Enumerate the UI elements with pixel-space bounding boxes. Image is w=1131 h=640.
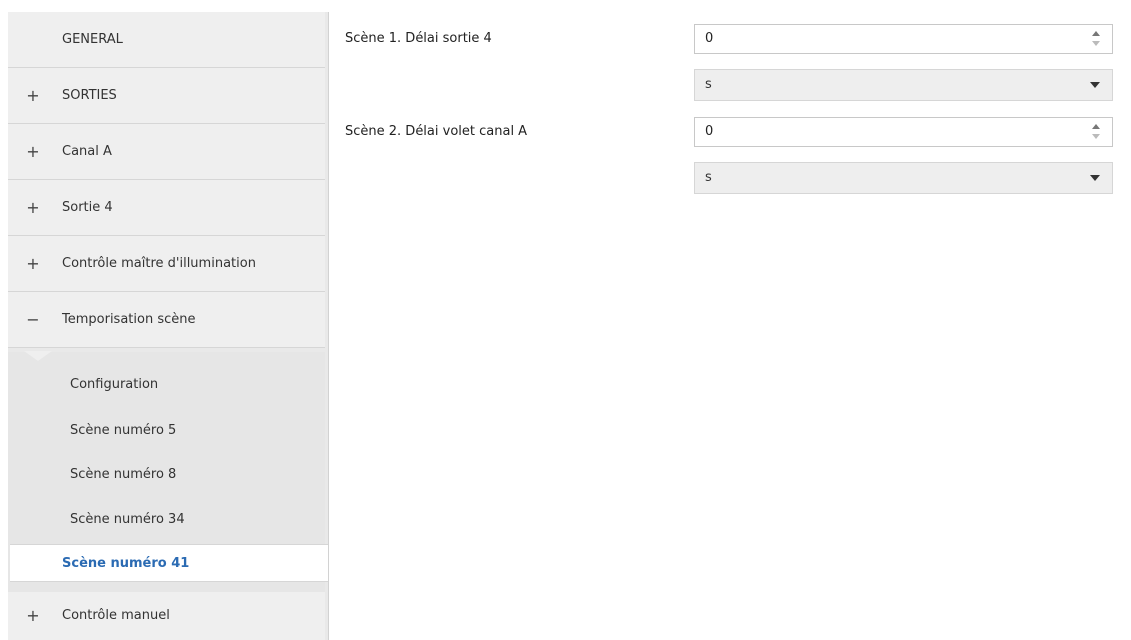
param-label-delai-volet-canal-a: Scène 2. Délai volet canal A xyxy=(345,124,528,139)
param-label-delai-sortie-4: Scène 1. Délai sortie 4 xyxy=(345,31,492,46)
delay-volet-canal-a-unit-select[interactable]: s xyxy=(694,162,1113,194)
subitem-scene-8[interactable]: Scène numéro 8 xyxy=(70,464,176,486)
spinner-arrows-icon[interactable] xyxy=(1092,29,1102,49)
sidebar-item-general[interactable]: GENERAL xyxy=(8,12,325,68)
sidebar-item-temporisation-scene[interactable]: − Temporisation scène xyxy=(8,292,325,348)
chevron-down-icon xyxy=(1090,175,1100,181)
sidebar-item-sorties[interactable]: + SORTIES xyxy=(8,68,325,124)
plus-icon: + xyxy=(26,198,40,217)
arrow-up-icon[interactable] xyxy=(1092,31,1100,36)
subitem-scene-5[interactable]: Scène numéro 5 xyxy=(70,420,176,442)
plus-icon: + xyxy=(26,86,40,105)
top-border xyxy=(0,0,1131,10)
subitem-scene-41[interactable]: Scène numéro 41 xyxy=(10,544,328,582)
sidebar-item-label: Sortie 4 xyxy=(62,200,113,215)
sidebar-item-controle-maitre[interactable]: + Contrôle maître d'illumination xyxy=(8,236,325,292)
plus-icon: + xyxy=(26,142,40,161)
plus-icon: + xyxy=(26,606,40,625)
chevron-down-icon xyxy=(1090,82,1100,88)
spinner-arrows-icon[interactable] xyxy=(1092,122,1102,142)
sidebar-item-label: Contrôle manuel xyxy=(62,608,170,623)
expand-icon xyxy=(26,12,40,68)
spin-value: 0 xyxy=(705,124,714,139)
sidebar-item-label: Temporisation scène xyxy=(62,312,196,327)
delay-sortie-4-unit-select[interactable]: s xyxy=(694,69,1113,101)
select-value: s xyxy=(705,77,712,92)
sidebar-item-label: Canal A xyxy=(62,144,112,159)
sidebar-item-label: Contrôle maître d'illumination xyxy=(62,256,256,271)
minus-icon: − xyxy=(26,310,40,329)
spin-value: 0 xyxy=(705,31,714,46)
sidebar-item-label: SORTIES xyxy=(62,88,117,103)
arrow-up-icon[interactable] xyxy=(1092,124,1100,129)
arrow-down-icon[interactable] xyxy=(1092,41,1100,46)
plus-icon: + xyxy=(26,254,40,273)
sidebar-item-controle-manuel[interactable]: + Contrôle manuel xyxy=(8,592,325,640)
expanded-notch-icon xyxy=(24,351,52,361)
delay-volet-canal-a-input[interactable]: 0 xyxy=(694,117,1113,147)
sidebar: GENERAL + SORTIES + Canal A + Sortie 4 +… xyxy=(8,12,329,640)
sidebar-item-canal-a[interactable]: + Canal A xyxy=(8,124,325,180)
select-value: s xyxy=(705,170,712,185)
sidebar-item-sortie-4[interactable]: + Sortie 4 xyxy=(8,180,325,236)
sidebar-item-label: GENERAL xyxy=(62,32,123,47)
subitem-configuration[interactable]: Configuration xyxy=(70,374,158,396)
delay-sortie-4-input[interactable]: 0 xyxy=(694,24,1113,54)
subitem-scene-34[interactable]: Scène numéro 34 xyxy=(70,509,185,531)
arrow-down-icon[interactable] xyxy=(1092,134,1100,139)
